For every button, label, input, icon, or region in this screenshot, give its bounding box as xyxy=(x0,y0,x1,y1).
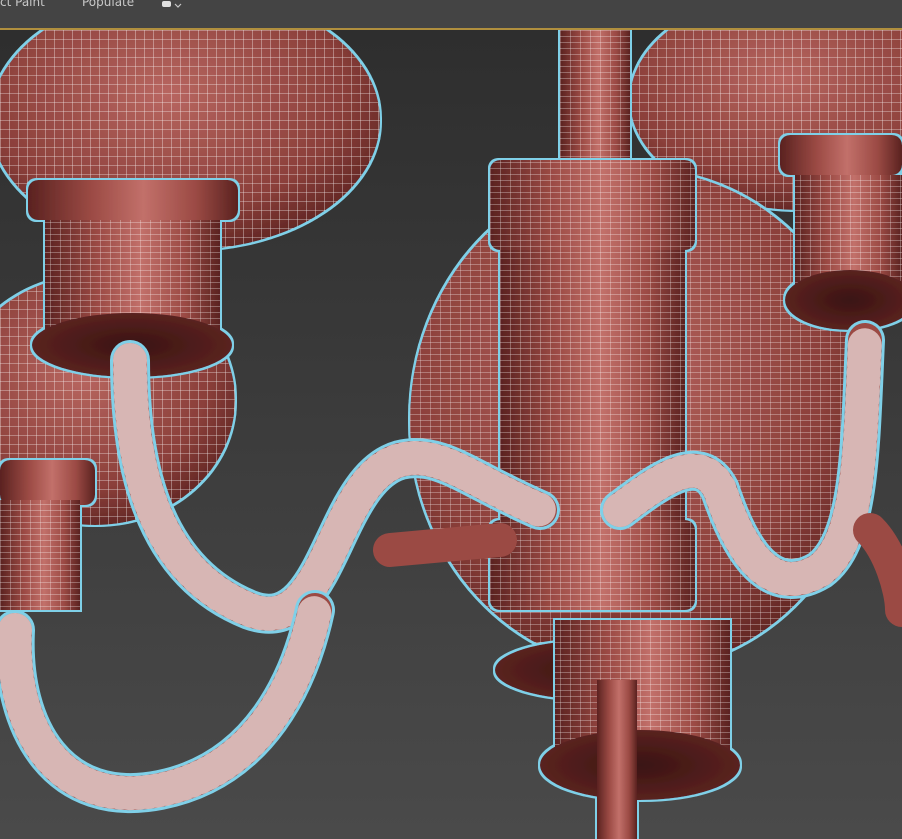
toolbar-item-populate[interactable]: Populate xyxy=(82,0,134,9)
toolbar-item-object-paint[interactable]: ct Paint xyxy=(0,0,45,9)
teapot-dropdown-icon[interactable] xyxy=(160,0,182,8)
viewport-toolbar: ct Paint Populate xyxy=(0,0,902,30)
3d-viewport[interactable] xyxy=(0,30,902,839)
top-stem xyxy=(560,30,630,160)
right-candle-cup xyxy=(780,135,902,330)
